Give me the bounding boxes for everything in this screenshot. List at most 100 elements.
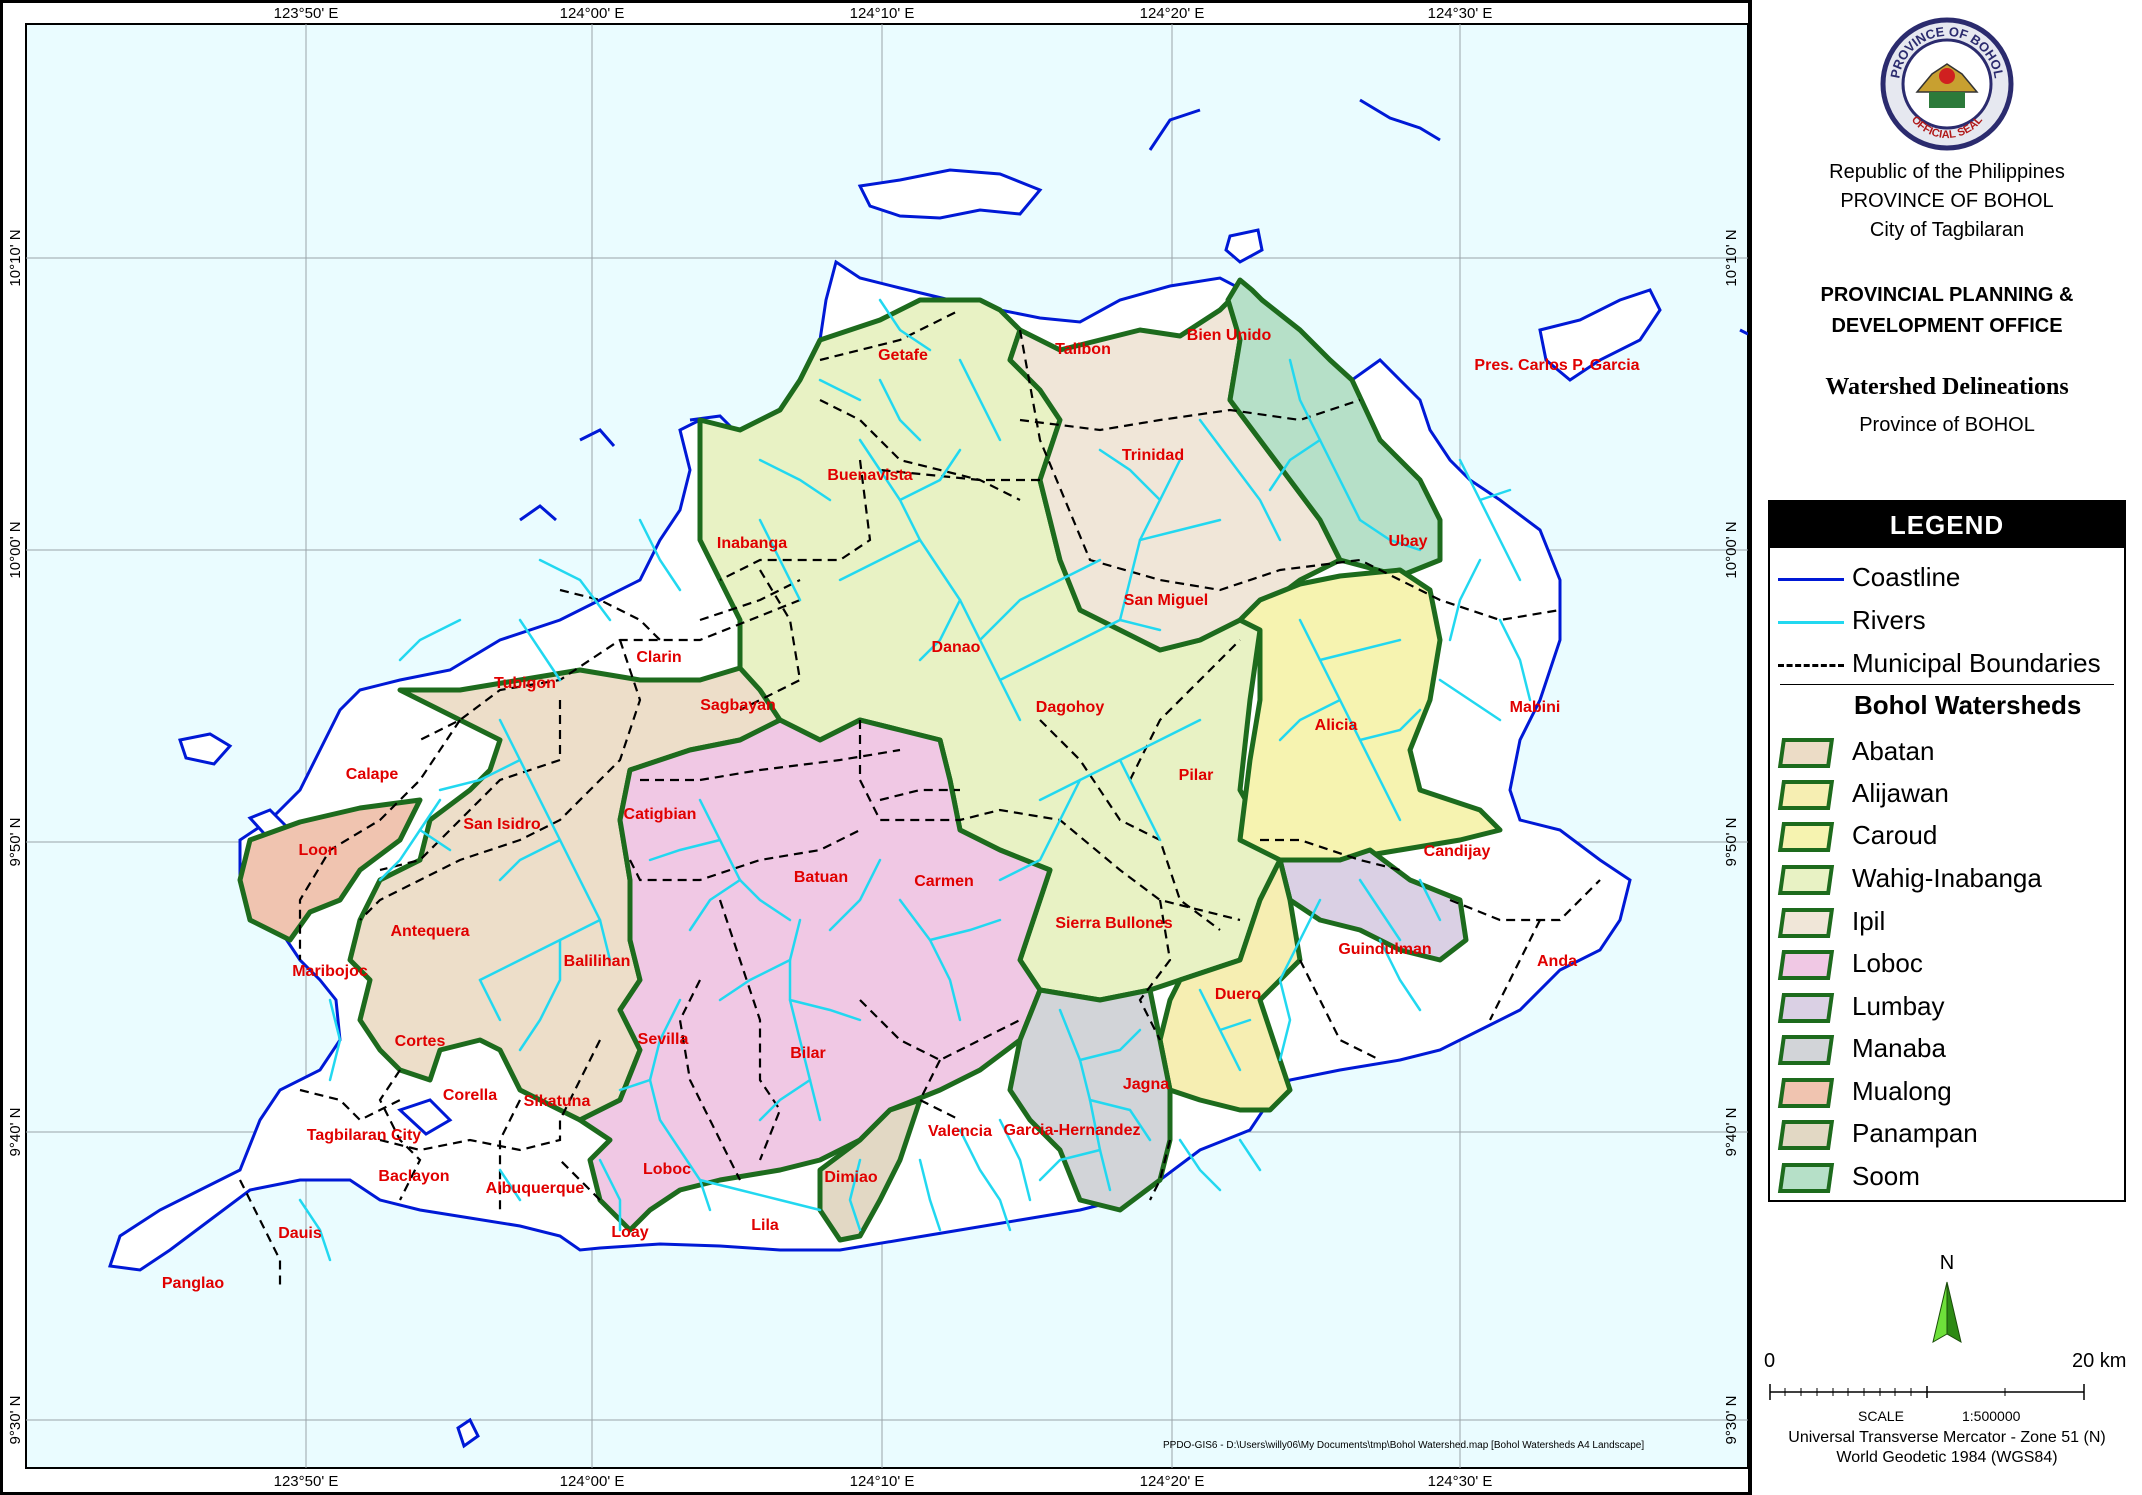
legend-label: Alijawan xyxy=(1852,778,1949,808)
legend-label: Soom xyxy=(1852,1161,1920,1191)
muni-label: Mabini xyxy=(1510,699,1561,716)
info-panel: PROVINCE OF BOHOL OFFICIAL SEAL Republic… xyxy=(1748,0,2142,1495)
watershed-swatch xyxy=(1777,822,1835,852)
projection-line-2: World Geodetic 1984 (WGS84) xyxy=(1836,1449,2058,1466)
watershed-swatch xyxy=(1777,950,1835,980)
muni-label: Jagna xyxy=(1123,1076,1169,1093)
muni-label: Sagbayan xyxy=(700,697,776,714)
right-lat-2: 10°00' N xyxy=(1723,521,1740,578)
legend-label: Caroud xyxy=(1852,820,1938,850)
muni-label: Tubigon xyxy=(494,675,556,692)
muni-label: Antequera xyxy=(390,923,469,940)
legend-label: Abatan xyxy=(1852,736,1935,766)
watershed-swatch xyxy=(1777,738,1835,768)
legend-item-caroud: Caroud xyxy=(1770,816,2124,856)
legend-label: Lumbay xyxy=(1852,991,1945,1021)
legend-item-ipil: Ipil xyxy=(1770,902,2124,942)
legend-label: Mualong xyxy=(1852,1076,1952,1106)
muni-label: Bilar xyxy=(790,1045,826,1062)
file-path-note: PPDO-GIS6 - D:\Users\willy06\My Document… xyxy=(1163,1440,1645,1451)
muni-label: Ubay xyxy=(1388,533,1427,550)
scale-max-label: 20 km xyxy=(2072,1350,2127,1372)
bottom-lon-2: 124°00' E xyxy=(560,1473,625,1490)
scale-ratio: 1:500000 xyxy=(1962,1408,2021,1424)
legend-label: Loboc xyxy=(1852,948,1923,978)
muni-label: Carmen xyxy=(914,873,974,890)
projection-line-1: Universal Transverse Mercator - Zone 51 … xyxy=(1788,1429,2106,1446)
muni-label: Dimiao xyxy=(824,1169,878,1186)
muni-label: Talibon xyxy=(1055,341,1111,358)
top-lon-4: 124°20' E xyxy=(1140,5,1205,22)
bottom-lon-5: 124°30' E xyxy=(1428,1473,1493,1490)
muni-label: Valencia xyxy=(928,1123,992,1140)
muni-label: Pilar xyxy=(1179,767,1214,784)
boundary-line-symbol xyxy=(1778,664,1844,667)
top-lon-2: 124°00' E xyxy=(560,5,625,22)
legend-label: Panampan xyxy=(1852,1118,1978,1148)
legend: LEGEND Coastline Rivers Municipal Bounda… xyxy=(1768,500,2126,1202)
muni-label: Pres. Carlos P. Garcia xyxy=(1474,357,1639,374)
left-lat-4: 9°40' N xyxy=(7,1108,24,1157)
watershed-swatch xyxy=(1777,1120,1835,1150)
muni-label: Inabanga xyxy=(717,535,787,552)
watershed-swatch xyxy=(1777,993,1835,1023)
header-province: PROVINCE OF BOHOL xyxy=(1840,190,2054,212)
bottom-lon-4: 124°20' E xyxy=(1140,1473,1205,1490)
muni-label: Corella xyxy=(443,1087,497,1104)
watershed-swatch xyxy=(1777,1163,1835,1193)
legend-label: Ipil xyxy=(1852,906,1886,936)
coastline-line-symbol xyxy=(1778,578,1844,581)
legend-item-soom: Soom xyxy=(1770,1157,2124,1197)
legend-item-abatan: Abatan xyxy=(1770,732,2124,772)
right-lat-3: 9°50' N xyxy=(1723,818,1740,867)
muni-label: Baclayon xyxy=(378,1168,449,1185)
muni-label: Anda xyxy=(1537,953,1577,970)
legend-item-lumbay: Lumbay xyxy=(1770,987,2124,1027)
watershed-swatch xyxy=(1777,865,1835,895)
map-subtitle: Province of BOHOL xyxy=(1859,414,2035,436)
watershed-heading: Bohol Watersheds xyxy=(1854,690,2082,720)
watershed-swatch xyxy=(1777,908,1835,938)
map-area[interactable]: 123°50' E 124°00' E 124°10' E 124°20' E … xyxy=(0,0,1748,1495)
muni-label: Danao xyxy=(932,639,981,656)
muni-label: San Miguel xyxy=(1124,592,1208,609)
legend-label: Municipal Boundaries xyxy=(1852,648,2101,678)
scale-zero-label: 0 xyxy=(1764,1350,1776,1372)
river-line-symbol xyxy=(1778,621,1844,624)
muni-label: Lila xyxy=(751,1217,779,1234)
map-canvas[interactable]: 123°50' E 124°00' E 124°10' E 124°20' E … xyxy=(0,0,1748,1495)
muni-label: Bien Unido xyxy=(1187,327,1272,344)
projection-block: Universal Transverse Mercator - Zone 51 … xyxy=(1752,1428,2142,1468)
left-lat-3: 9°50' N xyxy=(7,818,24,867)
muni-label: Sevilla xyxy=(638,1031,689,1048)
muni-label: Sierra Bullones xyxy=(1055,915,1172,932)
muni-label: Guindulman xyxy=(1338,941,1431,958)
office-block: PROVINCIAL PLANNING & DEVELOPMENT OFFICE xyxy=(1752,280,2142,342)
bottom-lon-3: 124°10' E xyxy=(850,1473,915,1490)
muni-label: Panglao xyxy=(162,1275,224,1292)
muni-label: Trinidad xyxy=(1122,447,1184,464)
legend-item-rivers: Rivers xyxy=(1770,601,2124,641)
top-lon-5: 124°30' E xyxy=(1428,5,1493,22)
muni-label: Albuquerque xyxy=(486,1180,585,1197)
scale-label: SCALE xyxy=(1858,1408,1904,1424)
header-block: Republic of the Philippines PROVINCE OF … xyxy=(1752,158,2142,245)
muni-label: Duero xyxy=(1215,986,1261,1003)
map-title: Watershed Delineations xyxy=(1825,374,2069,400)
left-lat-2: 10°00' N xyxy=(7,521,24,578)
watershed-swatch xyxy=(1777,1035,1835,1065)
right-lat-1: 10°10' N xyxy=(1723,229,1740,286)
muni-label: Balilihan xyxy=(564,953,631,970)
legend-item-coastline: Coastline xyxy=(1770,558,2124,598)
muni-label: Calape xyxy=(346,766,399,783)
muni-label: Dauis xyxy=(278,1225,322,1242)
official-seal: PROVINCE OF BOHOL OFFICIAL SEAL xyxy=(1880,17,2014,151)
muni-label: Catigbian xyxy=(624,806,697,823)
muni-label: San Isidro xyxy=(463,816,541,833)
watershed-swatch xyxy=(1777,780,1835,810)
legend-item-panampan: Panampan xyxy=(1770,1114,2124,1154)
north-label: N xyxy=(1939,1252,1955,1274)
muni-label: Candijay xyxy=(1424,843,1491,860)
legend-item-loboc: Loboc xyxy=(1770,944,2124,984)
muni-label: Alicia xyxy=(1315,717,1358,734)
